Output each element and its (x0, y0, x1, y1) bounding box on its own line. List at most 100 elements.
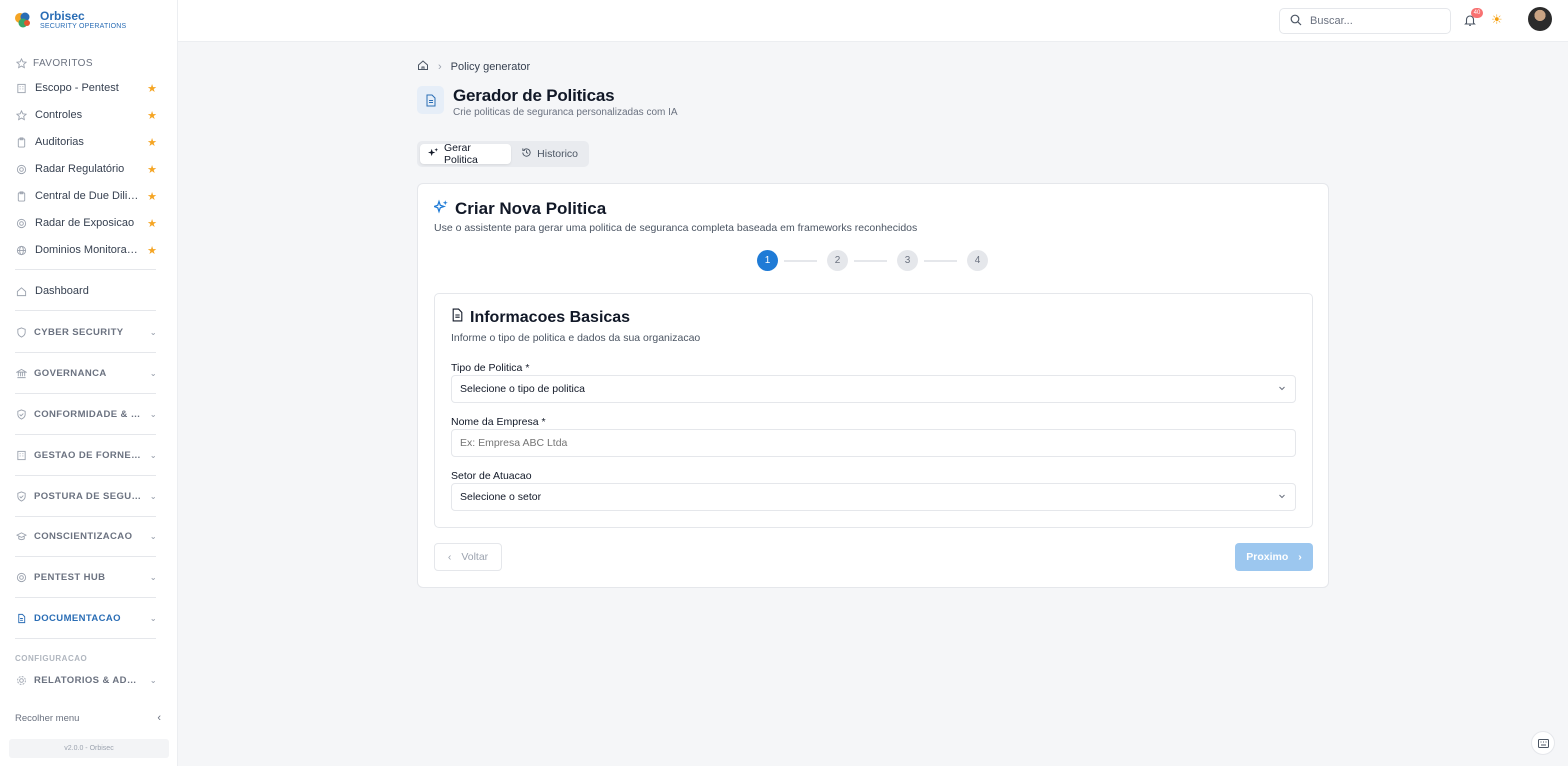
search-icon (1290, 14, 1302, 29)
divider (15, 516, 156, 517)
star-filled-icon[interactable]: ★ (147, 136, 157, 149)
chevron-down-icon: ⌄ (149, 409, 157, 419)
next-label: Proximo (1246, 551, 1289, 563)
star-filled-icon[interactable]: ★ (147, 163, 157, 176)
section-conformidade[interactable]: CONFORMIDADE & RIS... ⌄ (15, 404, 157, 424)
section-postura-seguranca[interactable]: POSTURA DE SEGURA... ⌄ (15, 486, 157, 506)
favorite-item-radar-regulatorio[interactable]: Radar Regulatório ★ (15, 159, 157, 179)
section-label: GOVERNANCA (34, 367, 107, 379)
section-gestao-fornecedores[interactable]: GESTAO DE FORNECE... ⌄ (15, 445, 157, 465)
back-button[interactable]: ‹ Voltar (434, 543, 502, 571)
home-icon[interactable] (417, 59, 429, 74)
section-governanca[interactable]: GOVERNANCA ⌄ (15, 363, 157, 383)
star-filled-icon[interactable]: ★ (147, 109, 157, 122)
chevron-down-icon (1277, 383, 1287, 396)
chevron-right-icon: › (1298, 551, 1302, 563)
tab-label: Historico (537, 148, 578, 160)
radar-icon (15, 217, 27, 229)
sun-icon[interactable]: ☀ (1491, 12, 1503, 28)
section-label: GESTAO DE FORNECE... (34, 449, 143, 461)
step-2[interactable]: 2 (827, 250, 848, 271)
favorite-label: Radar de Exposicao (35, 217, 135, 229)
favorite-item-auditorias[interactable]: Auditorias ★ (15, 132, 157, 152)
next-button[interactable]: Proximo › (1235, 543, 1313, 571)
star-filled-icon[interactable]: ★ (147, 190, 157, 203)
company-name-label: Nome da Empresa * (451, 416, 546, 428)
star-outline-icon (15, 109, 27, 121)
policy-type-select[interactable]: Selecione o tipo de politica (451, 375, 1296, 403)
favorite-item-escopo-pentest[interactable]: Escopo - Pentest ★ (15, 78, 157, 98)
section-cyber-security[interactable]: CYBER SECURITY ⌄ (15, 322, 157, 342)
star-filled-icon[interactable]: ★ (147, 244, 157, 257)
star-filled-icon[interactable]: ★ (147, 82, 157, 95)
collapse-label: Recolher menu (15, 712, 80, 724)
collapse-menu-button[interactable]: Recolher menu ‹ (15, 712, 161, 724)
version-label: v2.0.0 - Orbisec (9, 739, 169, 758)
divider (15, 434, 156, 435)
company-name-input[interactable] (451, 429, 1296, 457)
sector-select[interactable]: Selecione o setor (451, 483, 1296, 511)
step-1[interactable]: 1 (757, 250, 778, 271)
divider (15, 638, 156, 639)
favorite-label: Dominios Monitorados (35, 244, 140, 256)
page-title: Gerador de Politicas (453, 86, 615, 105)
tab-label: Gerar Politica (444, 142, 478, 166)
tab-list: Gerar Politica Historico (417, 141, 589, 167)
section-conscientizacao[interactable]: CONSCIENTIZACAO ⌄ (15, 526, 157, 546)
search-placeholder: Buscar... (1310, 15, 1353, 27)
page-subtitle: Crie politicas de seguranca personalizad… (453, 107, 678, 118)
orbisec-logo-icon (14, 11, 32, 29)
tab-historico[interactable]: Historico (513, 144, 586, 164)
section-documentacao[interactable]: DOCUMENTACAO ⌄ (15, 608, 157, 628)
breadcrumb-current: Policy generator (450, 60, 531, 73)
avatar[interactable] (1528, 7, 1552, 31)
keyboard-shortcuts-icon[interactable] (1531, 731, 1555, 755)
tab-gerar-politica[interactable]: Gerar Politica (420, 142, 512, 166)
clipboard-icon (15, 136, 27, 148)
chevron-down-icon: ⌄ (149, 675, 157, 685)
divider (15, 597, 156, 598)
step-3[interactable]: 3 (897, 250, 918, 271)
step-connector (784, 260, 817, 262)
page-header: Gerador de Politicas Crie politicas de s… (417, 86, 678, 118)
section-label: RELATORIOS & ADMIN (34, 674, 143, 686)
favorite-item-radar-exposicao[interactable]: Radar de Exposicao ★ (15, 213, 157, 233)
section-pentest-hub[interactable]: PENTEST HUB ⌄ (15, 567, 157, 587)
back-label: Voltar (461, 551, 489, 563)
chevron-down-icon: ⌄ (149, 327, 157, 337)
sidebar-item-dashboard[interactable]: Dashboard (15, 281, 157, 301)
chevron-down-icon: ⌄ (149, 531, 157, 541)
history-icon (521, 147, 532, 161)
chevron-down-icon: ⌄ (149, 613, 157, 623)
shield-check-icon (15, 408, 27, 420)
favorite-item-controles[interactable]: Controles ★ (15, 105, 157, 125)
section-label: PENTEST HUB (34, 571, 106, 583)
divider (15, 556, 156, 557)
graduation-cap-icon (15, 530, 27, 542)
favorite-label: Radar Regulatório (35, 163, 125, 175)
section-relatorios-admin[interactable]: RELATORIOS & ADMIN ⌄ (15, 670, 157, 690)
wizard-title: Criar Nova Politica (432, 199, 606, 219)
favorite-item-due-diligence[interactable]: Central de Due Dilige... ★ (15, 186, 157, 206)
step-4[interactable]: 4 (967, 250, 988, 271)
section-title-text: Informacoes Basicas (470, 308, 631, 326)
divider (15, 475, 156, 476)
chevron-down-icon: ⌄ (149, 368, 157, 378)
star-filled-icon[interactable]: ★ (147, 217, 157, 230)
search-input[interactable]: Buscar... (1279, 8, 1451, 34)
policy-type-label: Tipo de Politica * (451, 362, 530, 374)
shield-check-icon (15, 490, 27, 502)
logo[interactable]: Orbisec SECURITY OPERATIONS (14, 10, 126, 30)
star-outline-icon (15, 57, 27, 69)
step-connector (924, 260, 957, 262)
favorite-label: Central de Due Dilige... (35, 190, 140, 202)
topbar: Buscar... 40 ☀ (178, 0, 1568, 42)
divider (15, 352, 156, 353)
chevron-down-icon: ⌄ (149, 450, 157, 460)
radar-icon (15, 163, 27, 175)
favorite-item-dominios[interactable]: Dominios Monitorados ★ (15, 240, 157, 260)
favorites-header: FAVORITOS (15, 57, 93, 69)
target-icon (15, 571, 27, 583)
sparkles-icon (428, 147, 439, 161)
app-tagline: SECURITY OPERATIONS (40, 23, 127, 30)
